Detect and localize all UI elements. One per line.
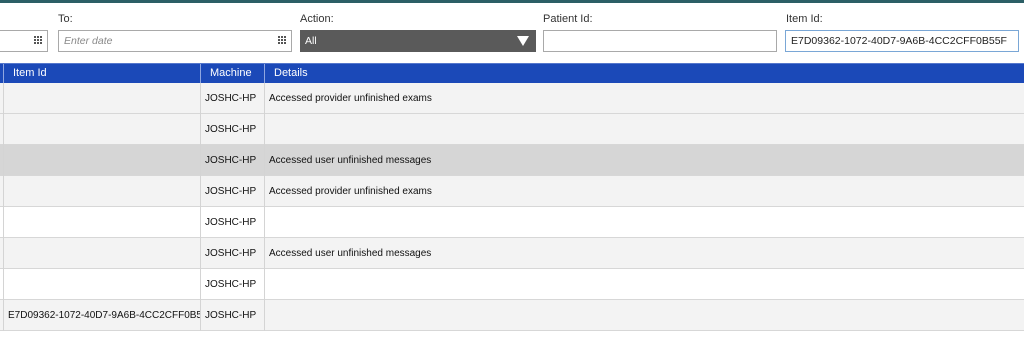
cell-machine: JOSHC-HP xyxy=(200,300,264,331)
cell-machine: JOSHC-HP xyxy=(200,176,264,207)
cell-details xyxy=(264,269,1024,300)
cell-item-id: E7D09362-1072-40D7-9A6B-4CC2CFF0B55F xyxy=(3,300,200,331)
item-id-input[interactable]: E7D09362-1072-40D7-9A6B-4CC2CFF0B55F xyxy=(785,30,1019,52)
action-select[interactable]: All xyxy=(300,30,536,52)
cell-machine: JOSHC-HP xyxy=(200,145,264,176)
calendar-icon[interactable] xyxy=(278,36,287,45)
patient-id-input[interactable] xyxy=(543,30,777,52)
patient-id-label: Patient Id: xyxy=(543,13,593,25)
filter-bar: To: Enter date Action: All Patient Id: I… xyxy=(0,3,1024,63)
cell-item-id xyxy=(3,176,200,207)
cell-details xyxy=(264,300,1024,331)
item-id-value: E7D09362-1072-40D7-9A6B-4CC2CFF0B55F xyxy=(791,35,1007,47)
cell-machine: JOSHC-HP xyxy=(200,83,264,114)
audit-log-grid: Item Id Machine Details JOSHC-HP Accesse… xyxy=(0,63,1024,338)
table-row-selected[interactable]: JOSHC-HP Accessed user unfinished messag… xyxy=(0,145,1024,176)
action-label: Action: xyxy=(300,13,334,25)
cell-item-id xyxy=(3,269,200,300)
table-row[interactable]: JOSHC-HP Accessed user unfinished messag… xyxy=(0,238,1024,269)
column-header-details[interactable]: Details xyxy=(264,64,1024,83)
column-header-machine[interactable]: Machine xyxy=(200,64,264,83)
cell-machine: JOSHC-HP xyxy=(200,238,264,269)
cell-item-id xyxy=(3,83,200,114)
table-row[interactable]: JOSHC-HP xyxy=(0,114,1024,145)
table-row[interactable]: JOSHC-HP Accessed provider unfinished ex… xyxy=(0,83,1024,114)
to-date-placeholder: Enter date xyxy=(64,35,113,47)
dropdown-arrow-icon xyxy=(517,36,529,46)
cell-details: Accessed provider unfinished exams xyxy=(264,83,1024,114)
cell-details xyxy=(264,207,1024,238)
grid-header: Item Id Machine Details xyxy=(0,63,1024,83)
calendar-icon[interactable] xyxy=(34,36,43,45)
cell-item-id xyxy=(3,145,200,176)
column-header-item-id[interactable]: Item Id xyxy=(3,64,200,83)
cell-machine: JOSHC-HP xyxy=(200,114,264,145)
action-selected-value: All xyxy=(305,35,317,47)
cell-machine: JOSHC-HP xyxy=(200,269,264,300)
cell-item-id xyxy=(3,238,200,269)
table-row[interactable]: JOSHC-HP xyxy=(0,207,1024,238)
to-date-input[interactable]: Enter date xyxy=(58,30,292,52)
cell-item-id xyxy=(3,207,200,238)
table-row[interactable]: JOSHC-HP Accessed provider unfinished ex… xyxy=(0,176,1024,207)
cell-details: Accessed user unfinished messages xyxy=(264,238,1024,269)
cell-machine: JOSHC-HP xyxy=(200,207,264,238)
from-date-input[interactable] xyxy=(0,30,48,52)
item-id-label: Item Id: xyxy=(786,13,823,25)
cell-details: Accessed user unfinished messages xyxy=(264,145,1024,176)
cell-details: Accessed provider unfinished exams xyxy=(264,176,1024,207)
table-row[interactable]: JOSHC-HP xyxy=(0,269,1024,300)
table-row[interactable]: E7D09362-1072-40D7-9A6B-4CC2CFF0B55F JOS… xyxy=(0,300,1024,331)
to-date-label: To: xyxy=(58,13,73,25)
cell-item-id xyxy=(3,114,200,145)
cell-details xyxy=(264,114,1024,145)
